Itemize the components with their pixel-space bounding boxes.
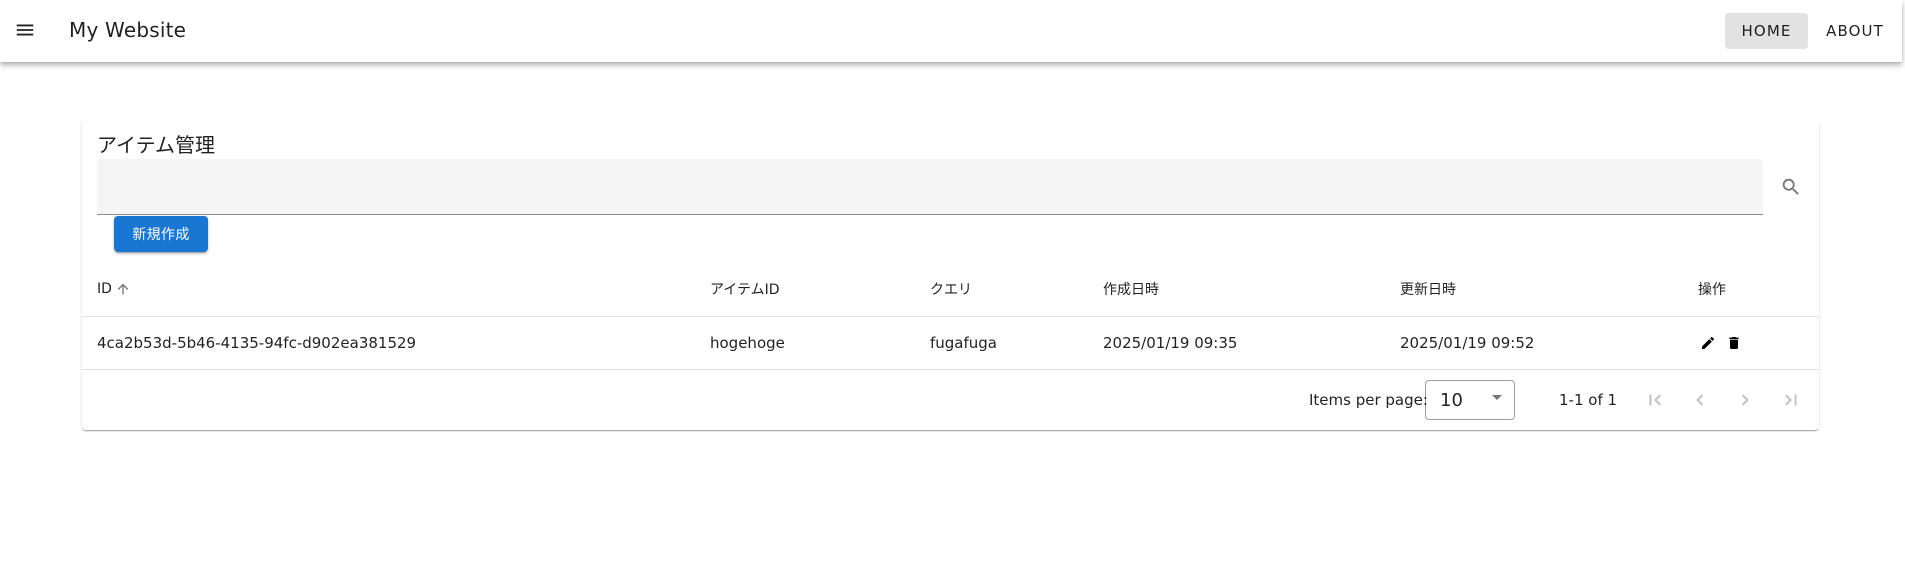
- cell-query: fugafuga: [930, 334, 998, 352]
- nav-about-button[interactable]: ABOUT: [1818, 13, 1892, 49]
- cell-item-id: hogehoge: [710, 334, 785, 352]
- column-header-updated-at: 更新日時: [1400, 281, 1456, 298]
- last-page-button[interactable]: [1779, 388, 1803, 412]
- cell-created-at: 2025/01/19 09:35: [1103, 334, 1238, 352]
- previous-page-button[interactable]: [1688, 388, 1712, 412]
- items-per-page-select[interactable]: 10: [1425, 380, 1515, 420]
- items-per-page-label: Items per page:: [1309, 391, 1428, 409]
- app-bar: My Website HOME ABOUT: [0, 0, 1902, 62]
- page-range-text: 1-1 of 1: [1559, 391, 1618, 409]
- menu-icon: [16, 24, 34, 36]
- first-page-button[interactable]: [1643, 388, 1667, 412]
- item-management-card: アイテム管理 新規作成 ID アイテムID クエリ 作成日時 更新日時 操作 4…: [82, 120, 1819, 430]
- app-title: My Website: [69, 18, 187, 42]
- table-header: ID アイテムID クエリ 作成日時 更新日時 操作: [82, 261, 1819, 317]
- search-input[interactable]: [97, 159, 1763, 214]
- column-header-query: クエリ: [930, 281, 972, 298]
- dropdown-arrow-icon: [1492, 395, 1502, 400]
- column-header-created-at: 作成日時: [1103, 281, 1159, 298]
- column-header-item-id: アイテムID: [710, 281, 780, 298]
- search-field[interactable]: [97, 159, 1763, 215]
- first-page-icon: [1649, 394, 1661, 406]
- table-row: 4ca2b53d-5b46-4135-94fc-d902ea381529 hog…: [82, 317, 1819, 370]
- table-pagination: Items per page: 10 1-1 of 1: [82, 370, 1819, 430]
- nav-home-button[interactable]: HOME: [1725, 13, 1808, 49]
- column-header-label: ID: [97, 280, 112, 297]
- last-page-icon: [1785, 394, 1797, 406]
- column-header-id[interactable]: ID: [97, 261, 131, 316]
- column-header-actions: 操作: [1698, 281, 1726, 298]
- chevron-left-icon: [1696, 394, 1704, 406]
- card-title: アイテム管理: [97, 133, 215, 157]
- chevron-right-icon: [1741, 394, 1749, 406]
- menu-button[interactable]: [10, 15, 40, 45]
- cell-actions: [1698, 317, 1750, 369]
- cell-id: 4ca2b53d-5b46-4135-94fc-d902ea381529: [97, 334, 417, 352]
- items-per-page-value: 10: [1440, 389, 1463, 411]
- cell-updated-at: 2025/01/19 09:52: [1400, 334, 1535, 352]
- search-icon[interactable]: [1778, 174, 1804, 200]
- arrow-up-icon[interactable]: [115, 281, 131, 297]
- next-page-button[interactable]: [1733, 388, 1757, 412]
- pencil-icon[interactable]: [1698, 333, 1718, 353]
- create-new-button[interactable]: 新規作成: [114, 216, 208, 252]
- trash-icon[interactable]: [1724, 333, 1744, 353]
